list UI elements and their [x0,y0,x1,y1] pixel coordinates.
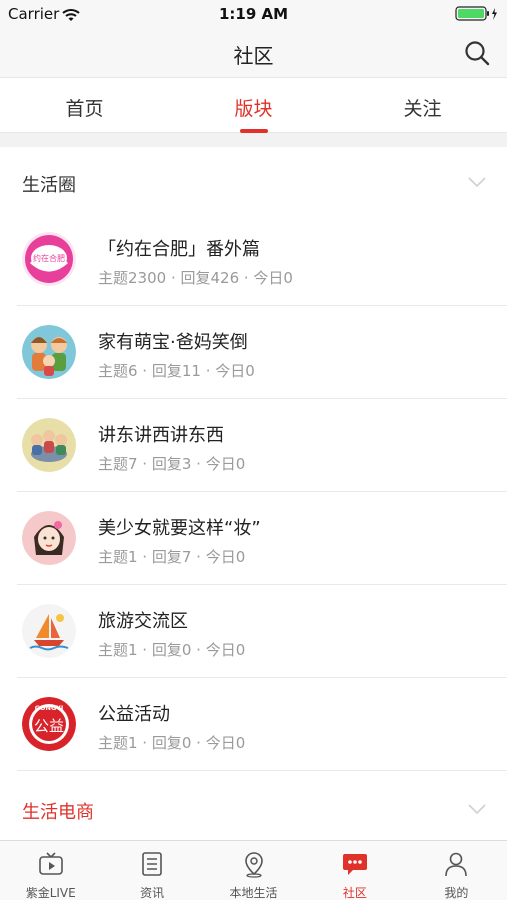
section-divider [0,133,507,147]
forum-stats: 主题1 · 回复0 · 今日0 [98,734,246,752]
location-icon [240,850,268,878]
tabbar-label: 资讯 [140,886,165,900]
person-icon [442,850,470,878]
section-title: 生活圈 [22,175,76,196]
battery-icon [455,6,499,26]
tabbar-label: 社区 [342,886,367,900]
forum-name: 美少女就要这样“妆” [98,518,261,539]
chevron-down-icon [467,800,487,815]
forum-avatar [22,325,76,379]
list-item[interactable]: 约在合肥 「约在合肥」番外篇 主题2300 · 回复426 · 今日0 [0,213,507,306]
search-icon[interactable] [463,39,491,67]
tabbar-item-live[interactable]: 紫金LIVE [0,841,101,900]
list-item[interactable]: 家有萌宝·爸妈笑倒 主题6 · 回复11 · 今日0 [0,306,507,399]
avatar-text: 公益 [34,717,64,735]
tv-icon [37,850,65,878]
chat-icon [341,850,369,878]
page-title: 社区 [233,44,274,68]
tabbar-label: 本地生活 [229,886,278,900]
tab-label: 版块 [234,98,273,120]
list-item[interactable]: GONGYI 公益 公益活动 主题1 · 回复0 · 今日0 [0,678,507,771]
top-tabs: 首页 版块 关注 [0,79,507,133]
tabbar-item-news[interactable]: 资讯 [101,841,202,900]
list-item[interactable]: 旅游交流区 主题1 · 回复0 · 今日0 [0,585,507,678]
forum-name: 旅游交流区 [98,611,188,632]
forum-avatar: GONGYI 公益 [22,697,76,751]
tab-label: 关注 [403,98,442,120]
navigation-bar: 社区 [0,28,507,78]
tabbar-label: 我的 [444,886,469,900]
forum-list: 约在合肥 「约在合肥」番外篇 主题2300 · 回复426 · 今日0 家有萌宝… [0,213,507,771]
tabbar-item-local-life[interactable]: 本地生活 [203,841,304,900]
section-header-life-circle[interactable]: 生活圈 [0,147,507,213]
avatar-text: GONGYI [35,704,64,712]
forum-avatar: 约在合肥 [22,232,76,286]
tabbar-item-me[interactable]: 我的 [406,841,507,900]
tab-boards[interactable]: 版块 [169,79,338,133]
forum-name: 讲东讲西讲东西 [98,425,224,446]
forum-stats: 主题1 · 回复7 · 今日0 [98,548,246,566]
divider [17,770,507,771]
forum-name: 家有萌宝·爸妈笑倒 [98,332,248,353]
bottom-tab-bar: 紫金LIVE 资讯 本地生活 社区 我的 [0,840,507,900]
section-title: 生活电商 [22,802,94,823]
forum-avatar [22,511,76,565]
tabbar-label: 紫金LIVE [25,886,76,900]
tab-home[interactable]: 首页 [0,79,169,132]
status-bar: Carrier 1:19 AM [0,0,507,28]
forum-name: 「约在合肥」番外篇 [98,239,260,260]
clock: 1:19 AM [218,5,289,23]
tab-label: 首页 [65,98,104,120]
forum-avatar [22,418,76,472]
forum-stats: 主题6 · 回复11 · 今日0 [98,362,255,380]
section-header-life-ecommerce[interactable]: 生活电商 [0,774,507,840]
tab-following[interactable]: 关注 [338,79,507,132]
forum-avatar [22,604,76,658]
list-item[interactable]: 美少女就要这样“妆” 主题1 · 回复7 · 今日0 [0,492,507,585]
tabbar-item-community[interactable]: 社区 [304,841,405,900]
list-item[interactable]: 讲东讲西讲东西 主题7 · 回复3 · 今日0 [0,399,507,492]
forum-stats: 主题2300 · 回复426 · 今日0 [98,269,293,287]
forum-stats: 主题7 · 回复3 · 今日0 [98,455,246,473]
news-icon [138,850,166,878]
forum-name: 公益活动 [98,704,170,725]
forum-stats: 主题1 · 回复0 · 今日0 [98,641,246,659]
chevron-down-icon [467,173,487,188]
avatar-text: 约在合肥 [33,253,65,263]
